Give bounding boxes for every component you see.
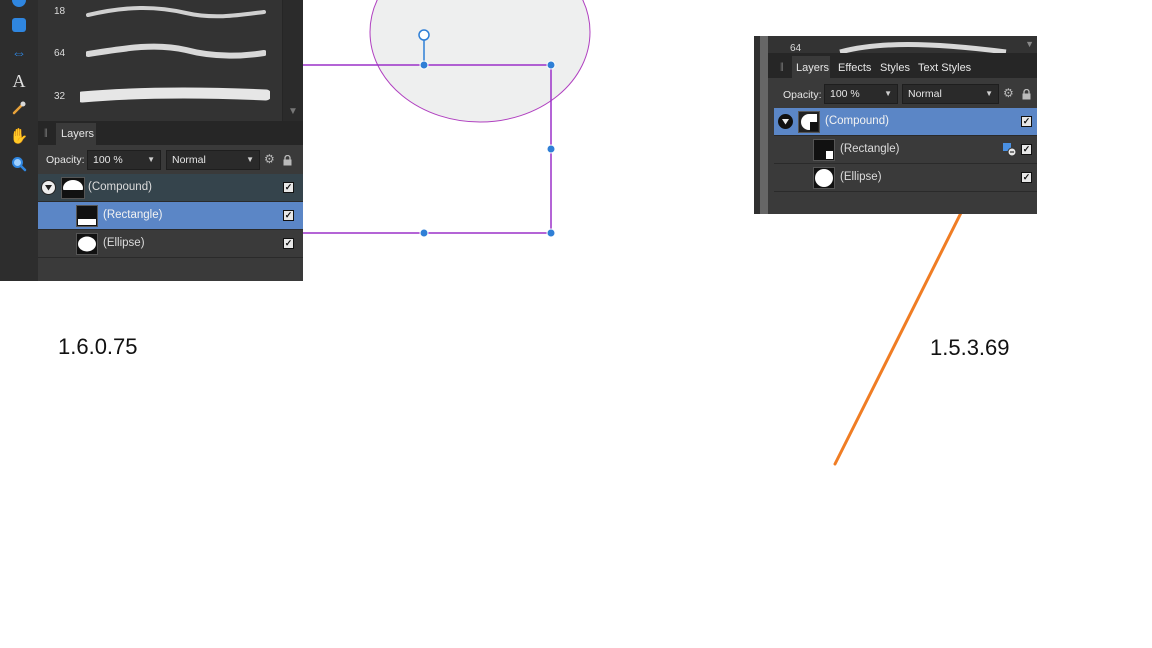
disclosure-triangle-icon[interactable] [778,114,793,129]
chevron-down-icon: ▼ [246,155,254,164]
brush-stroke-preview [839,42,1007,54]
layers-list: (Compound) ✓ (Rectangle) ✓ (Ellipse) ✓ [774,108,1037,214]
tab-effects[interactable]: Effects [838,62,871,74]
layer-row-rectangle[interactable]: (Rectangle) ✓ [774,136,1037,164]
brush-size-label: 64 [54,48,66,59]
layer-row-ellipse[interactable]: (Ellipse) ✓ [38,230,303,258]
hand-tool-icon[interactable]: ✋ [9,126,29,146]
chevron-down-icon: ▼ [147,155,155,164]
scroll-down-arrow-icon[interactable]: ▼ [288,106,298,117]
brush-item[interactable]: 18 [38,0,283,28]
layer-visibility-checkbox[interactable]: ✓ [1021,116,1032,127]
handle-top-right[interactable] [546,60,556,70]
shape-tool-icon[interactable] [9,0,29,10]
opacity-label: Opacity: [783,89,822,101]
gear-icon[interactable]: ⚙ [1003,86,1014,100]
ellipse-thumbnail [813,167,835,189]
chevron-down-icon: ▼ [884,89,892,98]
brush-size-label: 32 [54,91,66,102]
tab-layers[interactable]: Layers [792,56,830,78]
tab-styles[interactable]: Styles [880,62,910,74]
brush-item[interactable]: 32 [38,82,283,110]
layer-visibility-checkbox[interactable]: ✓ [283,238,294,249]
brushes-scrollbar[interactable]: ▼ [282,0,303,121]
brush-preview-strip: 64 ▼ [768,36,1037,54]
lock-icon[interactable] [283,153,292,171]
lock-icon[interactable] [1022,87,1031,105]
tab-layers[interactable]: Layers [56,123,96,145]
ellipse-thumbnail [76,233,98,255]
layer-visibility-checkbox[interactable]: ✓ [1021,144,1032,155]
scroll-down-arrow-icon[interactable]: ▼ [1025,39,1034,49]
layers-panel-old: 64 ▼ || Layers Effects Styles Text Style… [754,36,1037,214]
gear-icon[interactable]: ⚙ [264,152,275,166]
layer-name: (Rectangle) [103,209,163,221]
opacity-field[interactable]: 100 % ▼ [87,150,161,170]
layer-name: (Compound) [88,181,152,193]
layer-name: (Rectangle) [840,143,900,155]
layers-panel-tabbar: || Layers [38,121,303,145]
version-label-right: 1.5.3.69 [930,335,1010,360]
eyedropper-tool-icon[interactable] [9,98,29,118]
handle-middle-right[interactable] [546,144,556,154]
blend-mode-select[interactable]: Normal ▼ [166,150,260,170]
brushes-panel: 18 64 32 ▼ [38,0,303,121]
handle-top-middle[interactable] [419,60,429,70]
brush-size-label: 18 [54,6,66,17]
rectangle-thumbnail [76,205,98,227]
rectangle-thumbnail [813,139,835,161]
layers-panel: || Layers Opacity: 100 % ▼ Normal ▼ ⚙ (Com… [38,121,303,281]
text-tool-icon[interactable]: A [9,71,29,91]
layers-panel-tabbar: || Layers Effects Styles Text Styles [768,53,1037,78]
layer-name: (Ellipse) [103,237,145,249]
brush-stroke-preview [86,6,266,19]
handle-bottom-middle[interactable] [419,228,429,238]
layer-row-ellipse[interactable]: (Ellipse) ✓ [774,164,1037,192]
layer-row-compound[interactable]: (Compound) ✓ [774,108,1037,136]
brush-stroke-preview [86,43,266,59]
zoom-tool-icon[interactable] [9,154,29,174]
rectangle-tool-icon[interactable] [9,15,29,35]
tab-text-styles[interactable]: Text Styles [918,62,971,74]
compound-thumbnail [798,111,820,133]
chevron-down-icon: ▼ [985,89,993,98]
layer-row-compound[interactable]: (Compound) ✓ [38,174,303,202]
layer-row-rectangle[interactable]: (Rectangle) ✓ [38,202,303,230]
panel-grip-icon[interactable]: || [44,127,48,137]
disclosure-triangle-icon[interactable] [41,180,56,195]
layer-visibility-checkbox[interactable]: ✓ [283,210,294,221]
opacity-field[interactable]: 100 % ▼ [824,84,898,104]
ellipse-shape[interactable] [369,0,591,123]
brush-item[interactable]: 64 [38,40,283,68]
panel-edge-divider [760,36,768,214]
layer-visibility-checkbox[interactable]: ✓ [283,182,294,193]
brush-stroke-preview [80,87,270,103]
layer-visibility-checkbox[interactable]: ✓ [1021,172,1032,183]
panel-grip-icon[interactable]: || [780,61,784,71]
opacity-label: Opacity: [46,154,85,166]
rotation-handle[interactable] [418,29,430,41]
handle-bottom-right[interactable] [546,228,556,238]
version-label-left: 1.6.0.75 [58,334,138,359]
layer-name: (Compound) [825,115,889,127]
boolean-subtract-icon[interactable] [1003,143,1017,161]
move-tool-icon[interactable]: ⇔ [9,43,29,63]
tools-toolbar: ⇔ A ✋ [0,0,38,281]
layer-name: (Ellipse) [840,171,882,183]
blend-mode-select[interactable]: Normal ▼ [902,84,999,104]
compound-thumbnail [61,177,85,199]
